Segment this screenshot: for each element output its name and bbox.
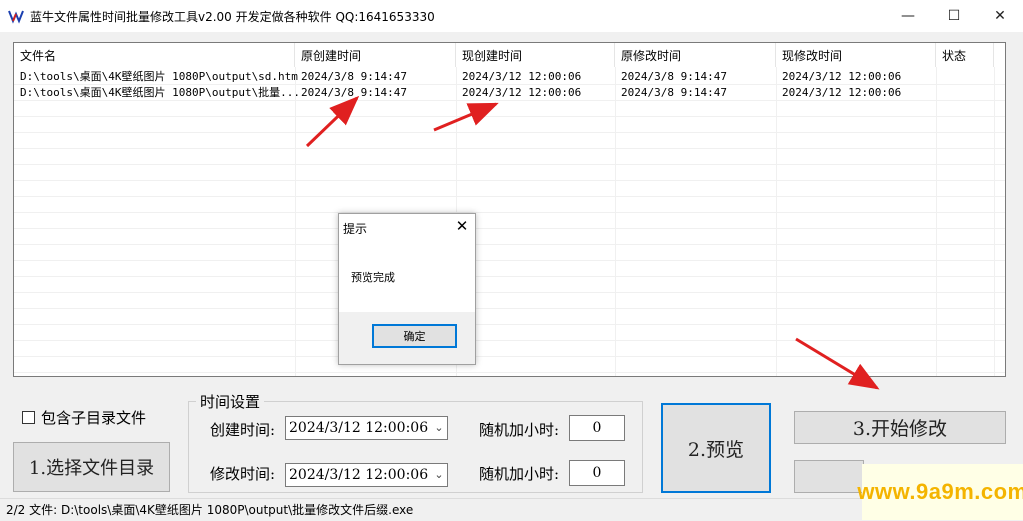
modify-time-picker[interactable]: 2024/3/12 12:00:06 ⌄	[285, 463, 448, 487]
start-modify-button[interactable]: 3.开始修改	[794, 411, 1006, 444]
grid-line	[776, 67, 777, 376]
list-cell: 2024/3/8 9:14:47	[621, 86, 727, 99]
title-bar: 蓝牛文件属性时间批量修改工具v2.00 开发定做各种软件 QQ:16416533…	[0, 0, 1023, 32]
dialog-message: 预览完成	[351, 271, 395, 284]
close-window-button[interactable]: ✕	[977, 0, 1023, 32]
grid-line	[994, 67, 995, 376]
dialog-footer: 确定	[339, 312, 475, 364]
chevron-down-icon[interactable]: ⌄	[433, 464, 445, 486]
grid-line	[14, 132, 1005, 133]
preview-button[interactable]: 2.预览	[661, 403, 771, 493]
grid-line	[14, 356, 1005, 357]
grid-line	[14, 180, 1005, 181]
grid-line	[14, 244, 1005, 245]
modify-time-value: 2024/3/12 12:00:06	[289, 467, 429, 483]
message-dialog: 提示 ✕ 预览完成 确定	[338, 213, 476, 365]
list-cell: 2024/3/8 9:14:47	[621, 70, 727, 83]
list-cell: 2024/3/8 9:14:47	[301, 70, 407, 83]
list-cell[interactable]: D:\tools\桌面\4K壁纸图片 1080P\output\sd.htm	[14, 69, 298, 85]
list-cell: 2024/3/12 12:00:06	[782, 70, 902, 83]
grid-line	[14, 196, 1005, 197]
random-hours-label-create: 随机加小时:	[479, 421, 560, 439]
modify-time-label: 修改时间:	[210, 465, 276, 483]
grid-line	[14, 212, 1005, 213]
dialog-ok-button[interactable]: 确定	[372, 324, 457, 348]
column-header[interactable]: 原修改时间	[615, 43, 776, 67]
grid-line	[14, 324, 1005, 325]
list-cell: 2024/3/12 12:00:06	[782, 86, 902, 99]
create-time-value: 2024/3/12 12:00:06	[289, 420, 429, 436]
column-header[interactable]: 现创建时间	[456, 43, 615, 67]
column-header[interactable]: 文件名	[14, 43, 295, 67]
app-logo-icon	[8, 10, 24, 24]
grid-line	[14, 292, 1005, 293]
grid-line	[14, 228, 1005, 229]
grid-line	[14, 276, 1005, 277]
site-watermark: www.9a9m.com	[857, 464, 1023, 520]
list-cell: 2024/3/12 12:00:06	[462, 70, 582, 83]
column-header[interactable]: 原创建时间	[295, 43, 456, 67]
grid-line	[14, 148, 1005, 149]
maximize-button[interactable]: ☐	[931, 0, 977, 32]
random-hours-input-create[interactable]: 0	[569, 415, 625, 441]
time-settings-title: 时间设置	[196, 391, 265, 412]
grid-line	[14, 164, 1005, 165]
random-hours-label-modify: 随机加小时:	[479, 465, 560, 483]
file-list-view[interactable]: 文件名 原创建时间 现创建时间 原修改时间 现修改时间 状态 D:\tools\桌面\4K…	[13, 42, 1006, 377]
grid-line	[14, 340, 1005, 341]
include-subdirs-label: 包含子目录文件	[41, 409, 147, 427]
random-hours-input-modify[interactable]: 0	[569, 460, 625, 486]
dialog-close-button[interactable]: ✕	[452, 216, 472, 236]
list-cell: 2024/3/12 12:00:06	[462, 86, 582, 99]
grid-line	[936, 67, 937, 376]
extra-button[interactable]	[794, 460, 864, 493]
include-subdirs-checkbox[interactable]: 包含子目录文件	[22, 407, 146, 428]
column-header[interactable]: 现修改时间	[776, 43, 936, 67]
list-cell[interactable]: D:\tools\桌面\4K壁纸图片 1080P\output\批量...	[14, 85, 300, 101]
grid-line	[14, 372, 1005, 373]
checkbox-box[interactable]	[22, 411, 35, 424]
grid-line	[295, 67, 296, 376]
dialog-title: 提示	[343, 222, 368, 236]
select-directory-button[interactable]: 1.选择文件目录	[13, 442, 170, 492]
list-cell: 2024/3/8 9:14:47	[301, 86, 407, 99]
grid-line	[14, 116, 1005, 117]
create-time-picker[interactable]: 2024/3/12 12:00:06 ⌄	[285, 416, 448, 440]
grid-line	[14, 260, 1005, 261]
minimize-button[interactable]: —	[885, 0, 931, 32]
grid-line	[615, 67, 616, 376]
create-time-label: 创建时间:	[210, 421, 276, 439]
chevron-down-icon[interactable]: ⌄	[433, 417, 445, 439]
window-title: 蓝牛文件属性时间批量修改工具v2.00 开发定做各种软件 QQ:16416533…	[30, 10, 435, 24]
column-header[interactable]: 状态	[936, 43, 994, 67]
grid-line	[14, 308, 1005, 309]
